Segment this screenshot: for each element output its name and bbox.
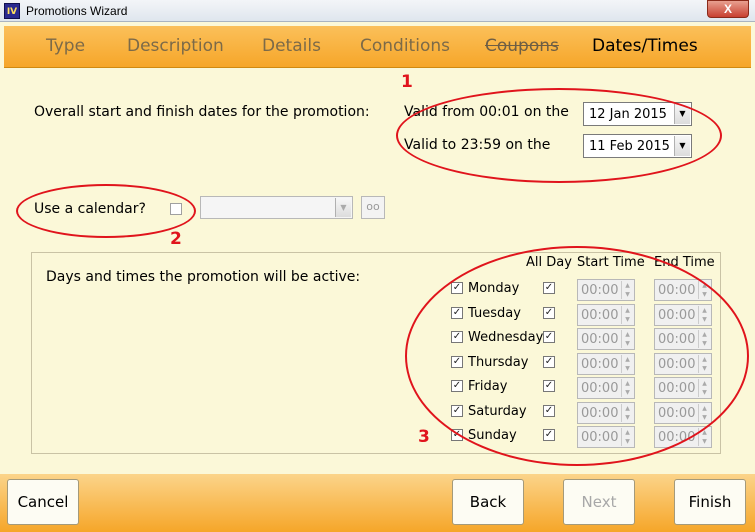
finish-button[interactable]: Finish [674,479,746,525]
tab-description[interactable]: Description [127,36,224,56]
title-bar: IV Promotions Wizard X [0,0,755,22]
next-button[interactable]: Next [563,479,635,525]
cancel-button[interactable]: Cancel [7,479,79,525]
chevron-down-icon[interactable]: ▼ [335,198,351,217]
calendar-select[interactable]: ▼ [200,196,353,219]
button-bar [0,474,755,532]
overall-dates-label: Overall start and finish dates for the p… [34,104,370,120]
app-logo-icon: IV [4,3,20,19]
annotation-ellipse-1 [396,88,722,183]
days-times-label: Days and times the promotion will be act… [46,269,361,285]
back-button[interactable]: Back [452,479,524,525]
spin-down-icon[interactable]: ▼ [698,437,710,446]
window-title: Promotions Wizard [26,4,128,18]
annotation-number-1: 1 [401,72,413,92]
tab-details[interactable]: Details [262,36,321,56]
tab-type[interactable]: Type [46,36,85,56]
tab-conditions[interactable]: Conditions [360,36,450,56]
tab-dates-times[interactable]: Dates/Times [592,36,698,56]
annotation-ellipse-2 [16,184,196,238]
close-button[interactable]: X [707,0,749,18]
tab-coupons[interactable]: Coupons [485,36,559,56]
wizard-tab-bar: Type Description Details Conditions Coup… [4,26,751,68]
annotation-ellipse-3 [405,246,749,466]
annotation-number-3: 3 [418,427,430,447]
annotation-number-2: 2 [170,229,182,249]
glasses-icon[interactable]: oo [361,196,385,219]
